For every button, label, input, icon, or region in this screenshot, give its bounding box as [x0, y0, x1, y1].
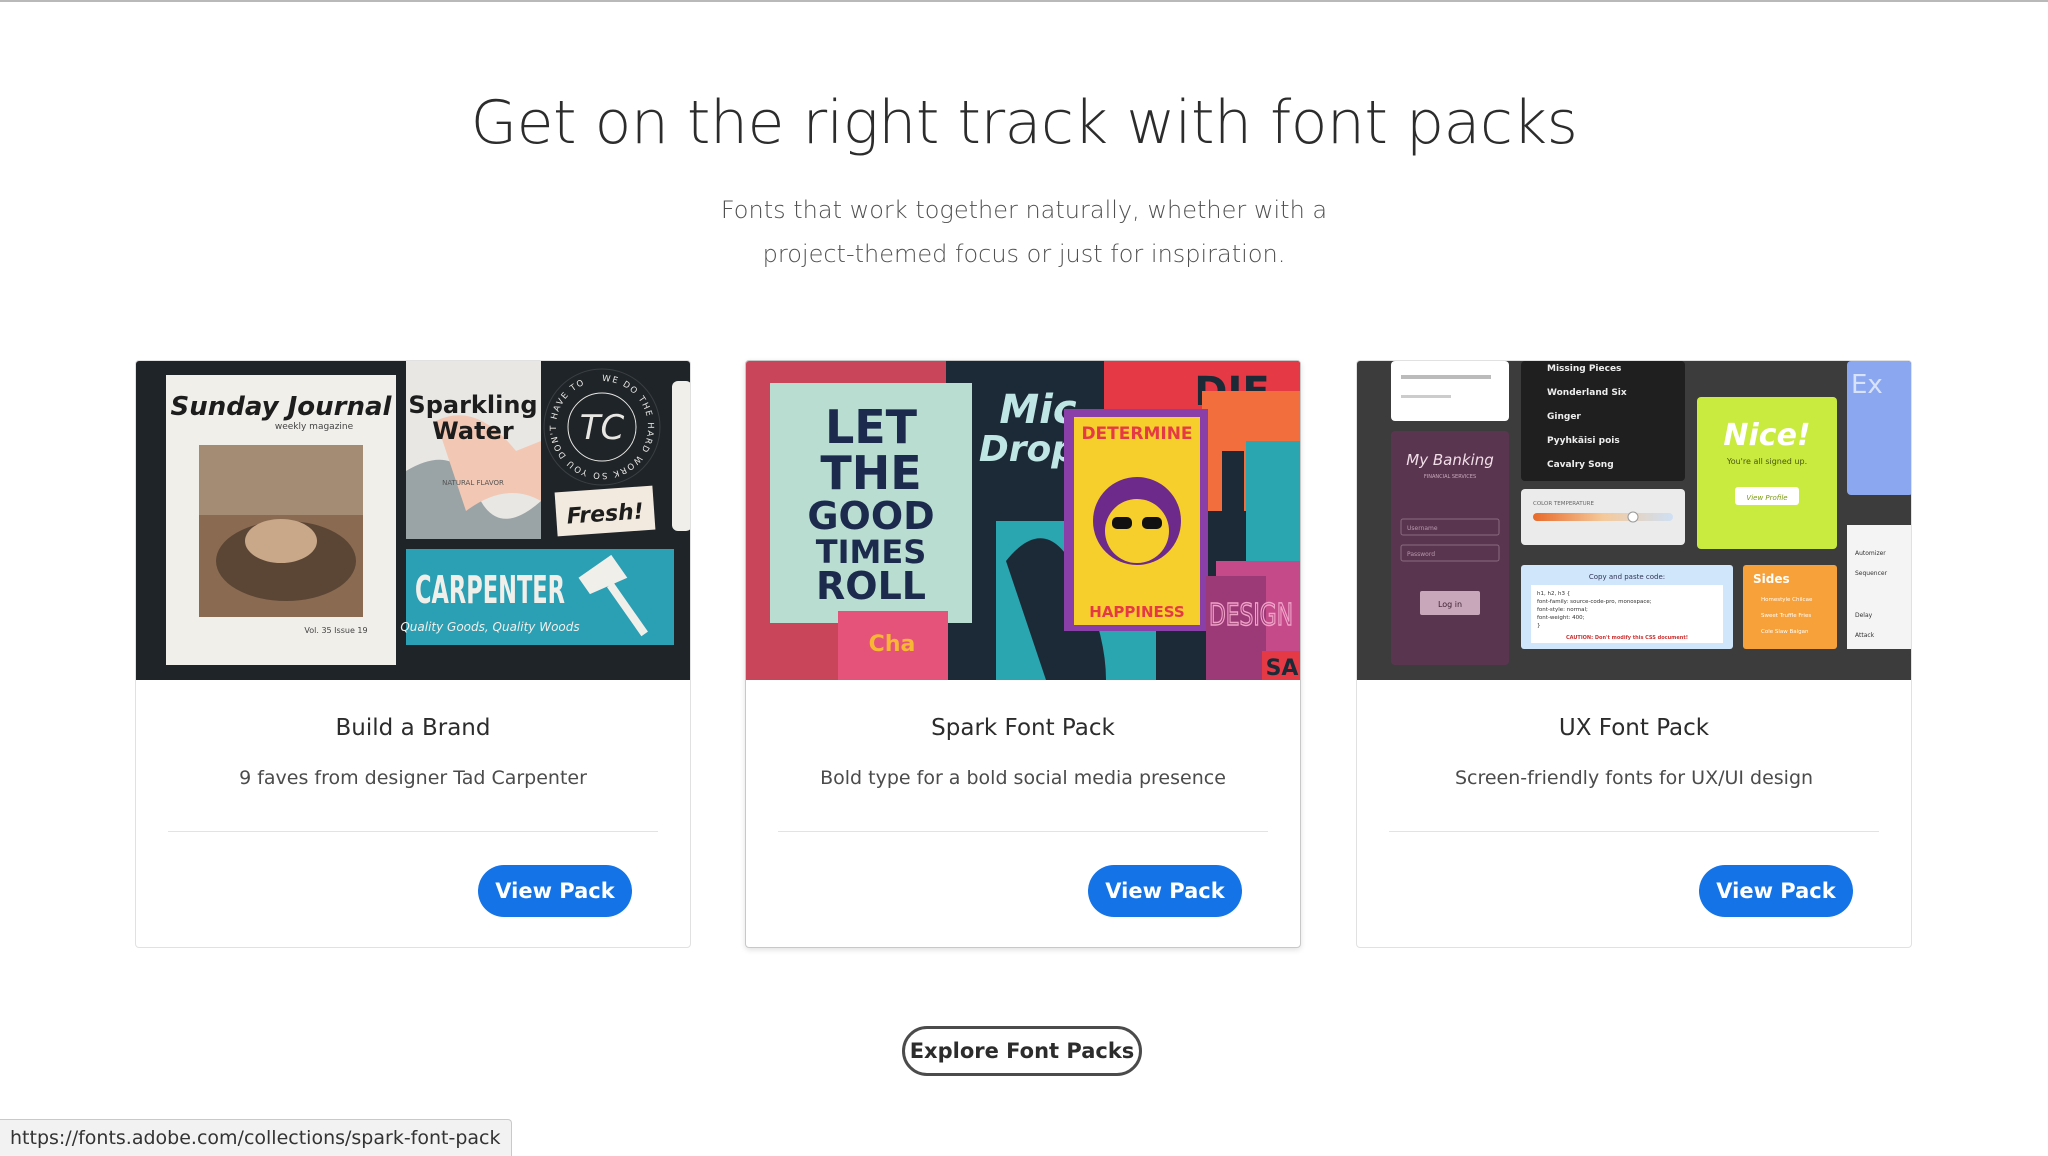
section-subtitle: Fonts that work together naturally, whet…: [720, 196, 1328, 268]
card-divider: [1389, 831, 1879, 832]
journal-sub-text: weekly magazine: [275, 422, 354, 432]
card-divider: [778, 831, 1268, 832]
determine-text: DETERMINE: [1081, 424, 1192, 444]
username-text: Username: [1407, 525, 1438, 532]
code-line: }: [1537, 623, 1541, 629]
journal-text: Sunday Journal: [171, 392, 393, 422]
font-pack-card-build-a-brand[interactable]: Sunday Journal weekly magazine Vol. 35 I…: [135, 360, 691, 948]
carpenter-text: CARPENTER: [415, 568, 565, 612]
code-line: font-weight: 400;: [1537, 615, 1585, 621]
cha-text: Cha: [869, 632, 916, 657]
top-border: [0, 0, 2048, 2]
font-pack-card-ux[interactable]: My Banking FINANCIAL SERVICES Username P…: [1356, 360, 1912, 948]
menu-item: Automizer: [1855, 550, 1886, 557]
nice-text: Nice!: [1723, 418, 1810, 453]
water-text: Water: [432, 417, 514, 445]
explore-font-packs-button[interactable]: Explore Font Packs: [902, 1026, 1142, 1076]
code-line: font-family: source-code-pro, monospace;: [1537, 599, 1652, 605]
happiness-text: HAPPINESS: [1089, 603, 1184, 621]
view-pack-button[interactable]: View Pack: [1699, 865, 1853, 917]
sides-item: Cole Slaw Baigan: [1761, 629, 1809, 635]
code-line: h1, h2, h3 {: [1537, 591, 1570, 597]
color-temp-text: COLOR TEMPERATURE: [1533, 501, 1594, 507]
sides-text: Sides: [1753, 572, 1790, 586]
song-text: Ginger: [1547, 412, 1581, 422]
sparkling-text: Sparkling: [408, 391, 537, 419]
carpenter-sub-text: Quality Goods, Quality Woods: [400, 620, 579, 634]
code-line: font-style: normal;: [1537, 607, 1588, 613]
card-image[interactable]: My Banking FINANCIAL SERVICES Username P…: [1357, 361, 1911, 680]
card-image[interactable]: Sunday Journal weekly magazine Vol. 35 I…: [136, 361, 690, 680]
card-description: Screen-friendly fonts for UX/UI design: [1454, 767, 1814, 789]
menu-item: Sequencer: [1855, 570, 1888, 577]
view-profile-text: View Profile: [1746, 494, 1787, 502]
card-description: 9 faves from designer Tad Carpenter: [239, 767, 587, 789]
card-title[interactable]: UX Font Pack: [1357, 715, 1911, 741]
card-description: Bold type for a bold social media presen…: [820, 767, 1226, 789]
banking-text: My Banking: [1406, 451, 1493, 469]
song-text: Missing Pieces: [1547, 364, 1621, 374]
view-pack-button[interactable]: View Pack: [1088, 865, 1242, 917]
view-pack-button[interactable]: View Pack: [478, 865, 632, 917]
card-divider: [168, 831, 658, 832]
tc-badge-text: TC: [580, 408, 625, 448]
ex-text: Ex: [1851, 370, 1883, 400]
password-text: Password: [1407, 551, 1435, 558]
status-bar-url: https://fonts.adobe.com/collections/spar…: [0, 1119, 512, 1156]
sides-item: Homestyle Chilcae: [1761, 597, 1813, 603]
sa-text: SA: [1266, 656, 1299, 680]
song-text: Wonderland Six: [1547, 388, 1627, 398]
the-text: THE: [820, 446, 921, 500]
copy-paste-text: Copy and paste code:: [1589, 573, 1665, 581]
login-text: Log in: [1438, 600, 1462, 609]
design-text: DESIGN: [1209, 598, 1293, 633]
song-text: Pyyhkäisi pois: [1547, 436, 1620, 446]
card-title[interactable]: Build a Brand: [136, 715, 690, 741]
drop-text: Drop: [979, 429, 1077, 470]
banking-sub-text: FINANCIAL SERVICES: [1424, 474, 1476, 480]
good-text: GOOD: [807, 494, 934, 538]
font-pack-card-spark[interactable]: LET THE GOOD TIMES ROLL Cha Mic Drop DIE…: [745, 360, 1301, 948]
roll-text: ROLL: [816, 564, 926, 608]
menu-item: Attack: [1855, 632, 1875, 639]
section-title: Get on the right track with font packs: [470, 88, 1578, 158]
caution-text: CAUTION: Don't modify this CSS document!: [1566, 635, 1688, 641]
menu-item: Delay: [1855, 612, 1873, 619]
card-image[interactable]: LET THE GOOD TIMES ROLL Cha Mic Drop DIE…: [746, 361, 1300, 680]
sides-item: Sweet Truffle Fries: [1761, 613, 1811, 619]
card-title[interactable]: Spark Font Pack: [746, 715, 1300, 741]
song-text: Cavalry Song: [1547, 460, 1614, 470]
journal-issue-text: Vol. 35 Issue 19: [304, 626, 367, 635]
signed-up-text: You're all signed up.: [1726, 457, 1807, 466]
natural-flavor-text: NATURAL FLAVOR: [442, 479, 504, 487]
